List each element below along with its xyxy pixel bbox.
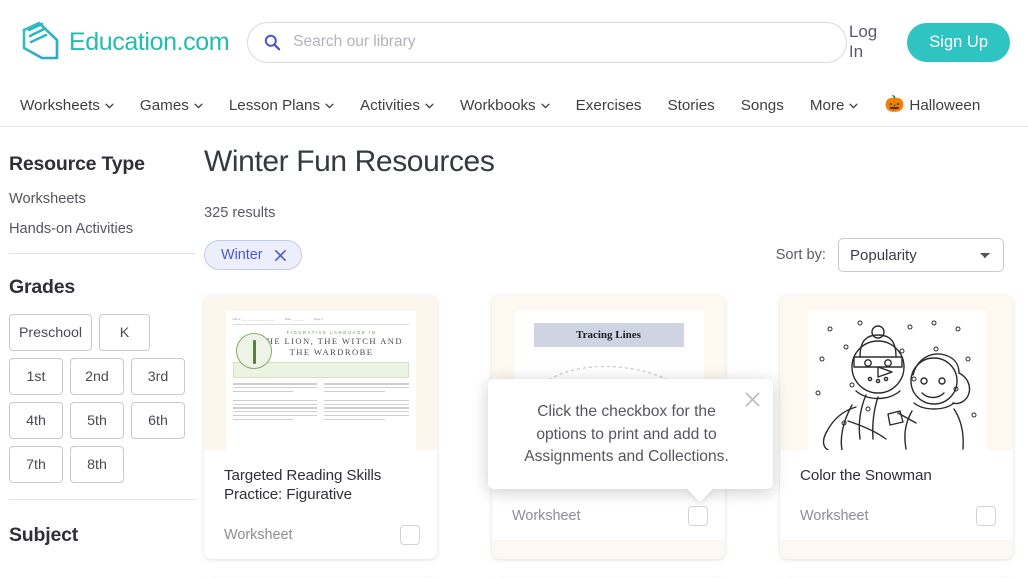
tooltip-pointer [686,487,714,502]
grade-chip-4th[interactable]: 4th [9,402,63,439]
card-meta: Worksheet [800,506,996,526]
login-link[interactable]: Log In [847,18,894,66]
nav-item-halloween[interactable]: 🎃 Halloween [884,97,992,114]
education-pencil-icon [22,21,59,60]
facet-option-worksheets[interactable]: Worksheets [9,191,204,207]
grade-chip-2nd[interactable]: 2nd [70,358,124,395]
facet-title-grades: Grades [9,276,76,298]
card-title: Color the Snowman [800,467,932,484]
nav-item-lesson-plans[interactable]: Lesson Plans [229,97,346,114]
nav-label: More [809,96,845,114]
grade-filter-group: Preschool K 1st 2nd 3rd 4th 5th 6th 7th … [9,314,204,483]
grade-chip-5th[interactable]: 5th [70,402,124,439]
close-icon[interactable] [274,249,287,262]
facet-title-subject: Subject [9,524,79,546]
card-body: Targeted Reading Skills Practice: Figura… [204,450,437,559]
results-main: Winter Fun Resources 325 results Winter … [204,127,1028,578]
grade-chip-k[interactable]: K [99,314,150,351]
nav-item-games[interactable]: Games [140,97,215,114]
card-meta: Worksheet [224,524,420,545]
chevron-down-icon [849,103,859,109]
filters-sidebar: Resource Type Worksheets Hands-on Activi… [0,127,204,578]
grade-chip-7th[interactable]: 7th [9,446,63,483]
seal-icon [235,333,272,369]
nav-label: Exercises [575,96,642,114]
grade-chip-1st[interactable]: 1st [9,358,63,395]
facet-option-hands-on-activities[interactable]: Hands-on Activities [9,221,204,237]
nav-label: Workbooks [459,96,536,114]
chevron-down-icon [325,103,334,109]
nav-label: Halloween [909,96,981,114]
worksheet-preview-reading: Name ____________________ Date _______ Pag… [225,311,416,450]
search-bar[interactable] [247,21,847,63]
search-input[interactable] [293,33,830,51]
result-card[interactable]: Name ____________________ Date _______ Pag… [204,295,437,559]
nav-label: Lesson Plans [228,96,321,114]
grade-chip-6th[interactable]: 6th [131,402,185,439]
card-checkbox[interactable] [688,506,708,526]
facet-title-resource-type: Resource Type [9,153,145,175]
nav-label: Activities [360,96,420,114]
pumpkin-icon: 🎃 [884,96,905,113]
grade-chip-preschool[interactable]: Preschool [9,314,92,351]
card-checkbox[interactable] [976,506,996,526]
nav-item-songs[interactable]: Songs [741,97,796,114]
nav-item-exercises[interactable]: Exercises [576,97,654,114]
site-header: Education.com Log In Sign Up [0,0,1028,84]
nav-label: Songs [740,96,784,114]
card-thumbnail: Name ____________________ Date _______ Pag… [204,295,437,450]
nav-item-more[interactable]: More [810,97,871,114]
sidebar-divider-1 [9,253,195,254]
card-meta: Worksheet [512,506,708,526]
sort-control: Sort by: Popularity Most Recent Title A-… [776,238,1004,272]
chevron-down-icon [541,103,550,109]
filter-and-sort-row: Winter Sort by: Popularity Most Recent T… [204,238,1028,272]
card-checkbox[interactable] [400,524,420,545]
page-body: Resource Type Worksheets Hands-on Activi… [0,127,1028,578]
brand-logo[interactable]: Education.com [20,20,230,64]
nav-item-stories[interactable]: Stories [668,97,727,114]
nav-item-worksheets[interactable]: Worksheets [20,97,126,114]
nav-label: Games [139,96,189,114]
signup-button[interactable]: Sign Up [907,22,1010,62]
card-resource-type: Worksheet [224,526,293,543]
card-resource-type: Worksheet [800,508,869,524]
chevron-down-icon [194,103,203,109]
sort-label: Sort by: [775,247,826,263]
nav-label: Stories [667,96,715,114]
nav-item-workbooks[interactable]: Workbooks [460,97,562,114]
active-filter-winter[interactable]: Winter [204,240,302,270]
auth-actions: Log In Sign Up [847,18,1010,66]
card-body: Color the Snowman Worksheet [780,450,1013,540]
results-count: 325 results [204,205,276,221]
brand-name: Education.com [69,27,230,56]
search-icon [264,34,281,50]
page-title: Winter Fun Resources [204,145,495,178]
close-icon[interactable] [744,391,761,408]
preview-title: THE LION, THE WITCH AND THE WARDROBE [260,336,403,358]
grade-chip-8th[interactable]: 8th [70,446,124,483]
tooltip-message: Click the checkbox for the options to pr… [524,403,729,466]
snowman-art [815,320,976,450]
active-filter-label: Winter [221,247,263,263]
card-resource-type: Worksheet [512,508,581,524]
nav-label: Worksheets [20,96,100,114]
card-title: Targeted Reading Skills Practice: Figura… [224,467,382,504]
sort-select[interactable]: Popularity Most Recent Title A-Z Title Z… [838,238,1004,272]
worksheet-preview-coloring [807,311,986,450]
nav-item-activities[interactable]: Activities [360,97,446,114]
card-thumbnail [780,295,1013,450]
sidebar-divider-2 [9,499,195,500]
chevron-down-icon [105,103,114,109]
primary-nav: Worksheets Games Lesson Plans Activities… [0,84,1028,127]
chevron-down-icon [425,103,434,109]
result-card[interactable]: Color the Snowman Worksheet [780,295,1013,559]
preview-title: Tracing Lines [533,323,684,347]
checkbox-hint-tooltip: Click the checkbox for the options to pr… [488,379,773,502]
grade-chip-3rd[interactable]: 3rd [131,358,185,395]
